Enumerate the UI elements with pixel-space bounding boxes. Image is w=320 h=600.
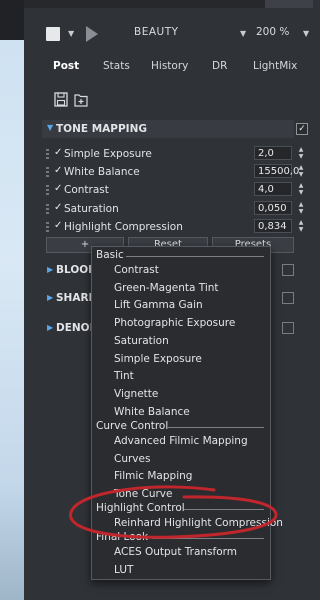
property-row: ✓ White Balance 15500,0 ▲ ▼ [46, 164, 303, 181]
close-button[interactable] [265, 0, 313, 8]
color-swatch-icon[interactable] [46, 27, 60, 41]
menu-item[interactable]: Green-Magenta Tint [92, 280, 268, 297]
property-label: Contrast [64, 184, 109, 196]
property-label: Highlight Compression [64, 221, 183, 233]
zoom-select[interactable]: 200 % [256, 26, 289, 38]
property-value-input[interactable]: 15500,0 [254, 164, 299, 178]
property-row: ✓ Simple Exposure 2,0 ▲ ▼ [46, 146, 303, 163]
menu-item[interactable]: Vignette [92, 386, 268, 403]
add-operator-menu: Basic Contrast Green-Magenta Tint Lift G… [91, 246, 283, 580]
property-value-input[interactable]: 0,834 [254, 219, 292, 233]
spinner-arrows-icon[interactable]: ▲ ▼ [296, 182, 306, 196]
menu-item[interactable]: Curves [92, 451, 268, 468]
tab-history[interactable]: History [151, 60, 188, 72]
menu-item[interactable]: Saturation [92, 333, 268, 350]
menu-item[interactable]: Lift Gamma Gain [92, 297, 268, 314]
spinner-arrows-icon[interactable]: ▲ ▼ [296, 164, 306, 178]
play-icon[interactable] [86, 26, 98, 42]
panel-tabs: Post Stats History DR LightMix [24, 60, 313, 76]
render-toolbar: ▼ BEAUTY ▼ 200 % ▼ [24, 18, 313, 48]
section-title: TONE MAPPING [56, 123, 147, 135]
menu-item[interactable]: Contrast [92, 262, 268, 279]
spinner-arrows-icon[interactable]: ▲ ▼ [296, 146, 306, 160]
tab-post[interactable]: Post [53, 60, 79, 72]
menu-item[interactable]: Reinhard Highlight Compression [92, 515, 283, 532]
drag-handle-icon[interactable] [46, 149, 49, 160]
chevron-down-icon[interactable]: ▼ [68, 29, 74, 38]
menu-group-final-look: Final Look [92, 531, 268, 545]
drag-handle-icon[interactable] [46, 222, 49, 233]
property-value-input[interactable]: 4,0 [254, 182, 292, 196]
property-label: Simple Exposure [64, 148, 152, 160]
section-enable-checkbox[interactable] [282, 264, 294, 276]
checkmark-icon[interactable]: ✓ [54, 183, 62, 194]
tone-mapping-enable-checkbox[interactable]: ✓ [296, 123, 308, 135]
checkmark-icon[interactable]: ✓ [54, 220, 62, 231]
checkmark-icon[interactable]: ✓ [54, 165, 62, 176]
menu-item[interactable]: Filmic Mapping [92, 468, 268, 485]
expand-arrow-icon[interactable]: ▶ [47, 323, 53, 332]
checkmark-icon[interactable]: ✓ [54, 147, 62, 158]
render-element-select[interactable]: BEAUTY [134, 26, 179, 38]
spinner-arrows-icon[interactable]: ▲ ▼ [296, 219, 306, 233]
menu-group-basic: Basic [92, 249, 268, 263]
property-row: ✓ Saturation 0,050 ▲ ▼ [46, 201, 303, 218]
menu-item[interactable]: Tint [92, 368, 268, 385]
menu-group-highlight-control: Highlight Control [92, 502, 268, 516]
property-row: ✓ Contrast 4,0 ▲ ▼ [46, 182, 303, 199]
viewport-toolbar [0, 0, 24, 40]
menu-item[interactable]: Simple Exposure [92, 351, 268, 368]
checkmark-icon[interactable]: ✓ [54, 202, 62, 213]
tab-lightmix[interactable]: LightMix [253, 60, 297, 72]
property-value-input[interactable]: 0,050 [254, 201, 292, 215]
tab-dr[interactable]: DR [212, 60, 227, 72]
menu-item[interactable]: Photographic Exposure [92, 315, 268, 332]
render-image [0, 40, 24, 600]
menu-item[interactable]: Tone Curve [92, 486, 268, 503]
section-enable-checkbox[interactable] [282, 322, 294, 334]
window-title-bar [24, 0, 313, 8]
new-folder-icon[interactable] [74, 92, 88, 107]
render-viewport [0, 0, 24, 600]
property-label: White Balance [64, 166, 140, 178]
tone-mapping-header[interactable]: ▼ TONE MAPPING ✓ [42, 120, 308, 138]
save-icon[interactable] [54, 92, 68, 107]
property-value-input[interactable]: 2,0 [254, 146, 292, 160]
section-enable-checkbox[interactable] [282, 292, 294, 304]
spinner-arrows-icon[interactable]: ▲ ▼ [296, 201, 306, 215]
expand-arrow-icon[interactable]: ▶ [47, 293, 53, 302]
menu-item[interactable]: Advanced Filmic Mapping [92, 433, 268, 450]
menu-item[interactable]: ACES Output Transform [92, 544, 268, 561]
drag-handle-icon[interactable] [46, 167, 49, 178]
menu-item[interactable]: White Balance [92, 404, 268, 421]
drag-handle-icon[interactable] [46, 185, 49, 196]
expand-arrow-icon[interactable]: ▶ [47, 265, 53, 274]
menu-group-curve-control: Curve Control [92, 420, 268, 434]
drag-handle-icon[interactable] [46, 204, 49, 215]
property-label: Saturation [64, 203, 119, 215]
property-row: ✓ Highlight Compression 0,834 ▲ ▼ [46, 219, 303, 236]
collapse-arrow-icon[interactable]: ▼ [47, 123, 53, 132]
tab-stats[interactable]: Stats [103, 60, 130, 72]
menu-item[interactable]: LUT [92, 562, 268, 579]
chevron-down-icon[interactable]: ▼ [303, 29, 309, 38]
chevron-down-icon[interactable]: ▼ [240, 29, 246, 38]
